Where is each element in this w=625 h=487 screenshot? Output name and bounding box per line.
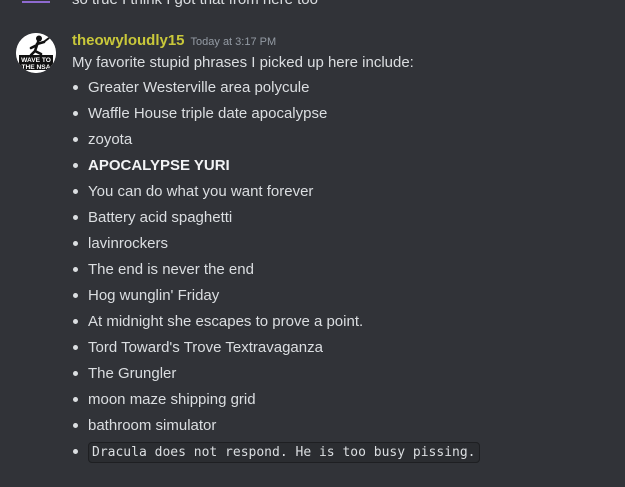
bullet-icon [73,319,78,324]
list-item-text: lavinrockers [88,235,169,252]
bullet-icon [73,423,78,428]
avatar-text-line: THE NSA [22,64,51,71]
list-item: You can do what you want forever [72,181,480,207]
list-item: zoyota [72,129,480,155]
timestamp[interactable]: Today at 3:17 PM [191,36,277,48]
list-item: APOCALYPSE YURI [72,155,480,181]
bullet-icon [73,85,78,90]
list-item: The end is never the end [72,259,480,285]
message-intro-text: My favorite stupid phrases I picked up h… [72,54,414,71]
message-header: theowyloudly15 Today at 3:17 PM [72,31,276,51]
list-item: Dracula does not respond. He is too busy… [72,441,480,467]
list-item: moon maze shipping grid [72,389,480,415]
list-item: Hog wunglin' Friday [72,285,480,311]
bullet-icon [73,189,78,194]
bullet-icon [73,137,78,142]
list-item-text: Waffle House triple date apocalypse [88,105,328,122]
previous-message-avatar[interactable] [16,0,56,5]
bullet-icon [73,371,78,376]
bullet-icon [73,163,78,168]
list-item-text: The end is never the end [88,261,254,278]
list-item-text: bathroom simulator [88,417,217,434]
list-item-text: Battery acid spaghetti [88,209,233,226]
avatar-image: WAVE TO THE NSA [16,33,56,73]
phrase-list: Greater Westerville area polycule Waffle… [72,77,480,467]
list-item-text-bold: APOCALYPSE YURI [88,157,230,174]
bullet-icon [73,241,78,246]
list-item-text: Greater Westerville area polycule [88,79,310,96]
list-item: At midnight she escapes to prove a point… [72,311,480,337]
list-item-text: zoyota [88,131,133,148]
list-item: bathroom simulator [72,415,480,441]
list-item-text: Hog wunglin' Friday [88,287,220,304]
username[interactable]: theowyloudly15 [72,32,185,49]
list-item: Greater Westerville area polycule [72,77,480,103]
list-item-text: moon maze shipping grid [88,391,256,408]
list-item: The Grungler [72,363,480,389]
list-item-text: At midnight she escapes to prove a point… [88,313,364,330]
list-item-text: The Grungler [88,365,177,382]
list-item: Tord Toward's Trove Textravaganza [72,337,480,363]
list-item-text: Tord Toward's Trove Textravaganza [88,339,323,356]
list-item-text: You can do what you want forever [88,183,314,200]
bullet-icon [73,267,78,272]
avatar-fragment [22,1,50,3]
user-avatar[interactable]: WAVE TO THE NSA [16,33,56,73]
avatar-text-line: WAVE TO [21,57,51,64]
bullet-icon [73,215,78,220]
previous-message: so true I think I got that from here too [0,0,625,8]
previous-message-text: so true I think I got that from here too [72,0,318,8]
bullet-icon [73,345,78,350]
list-item: Waffle House triple date apocalypse [72,103,480,129]
list-item: lavinrockers [72,233,480,259]
list-item: Battery acid spaghetti [72,207,480,233]
bullet-icon [73,293,78,298]
bullet-icon [73,397,78,402]
bullet-icon [73,449,78,454]
bullet-icon [73,111,78,116]
inline-code: Dracula does not respond. He is too busy… [88,442,480,463]
